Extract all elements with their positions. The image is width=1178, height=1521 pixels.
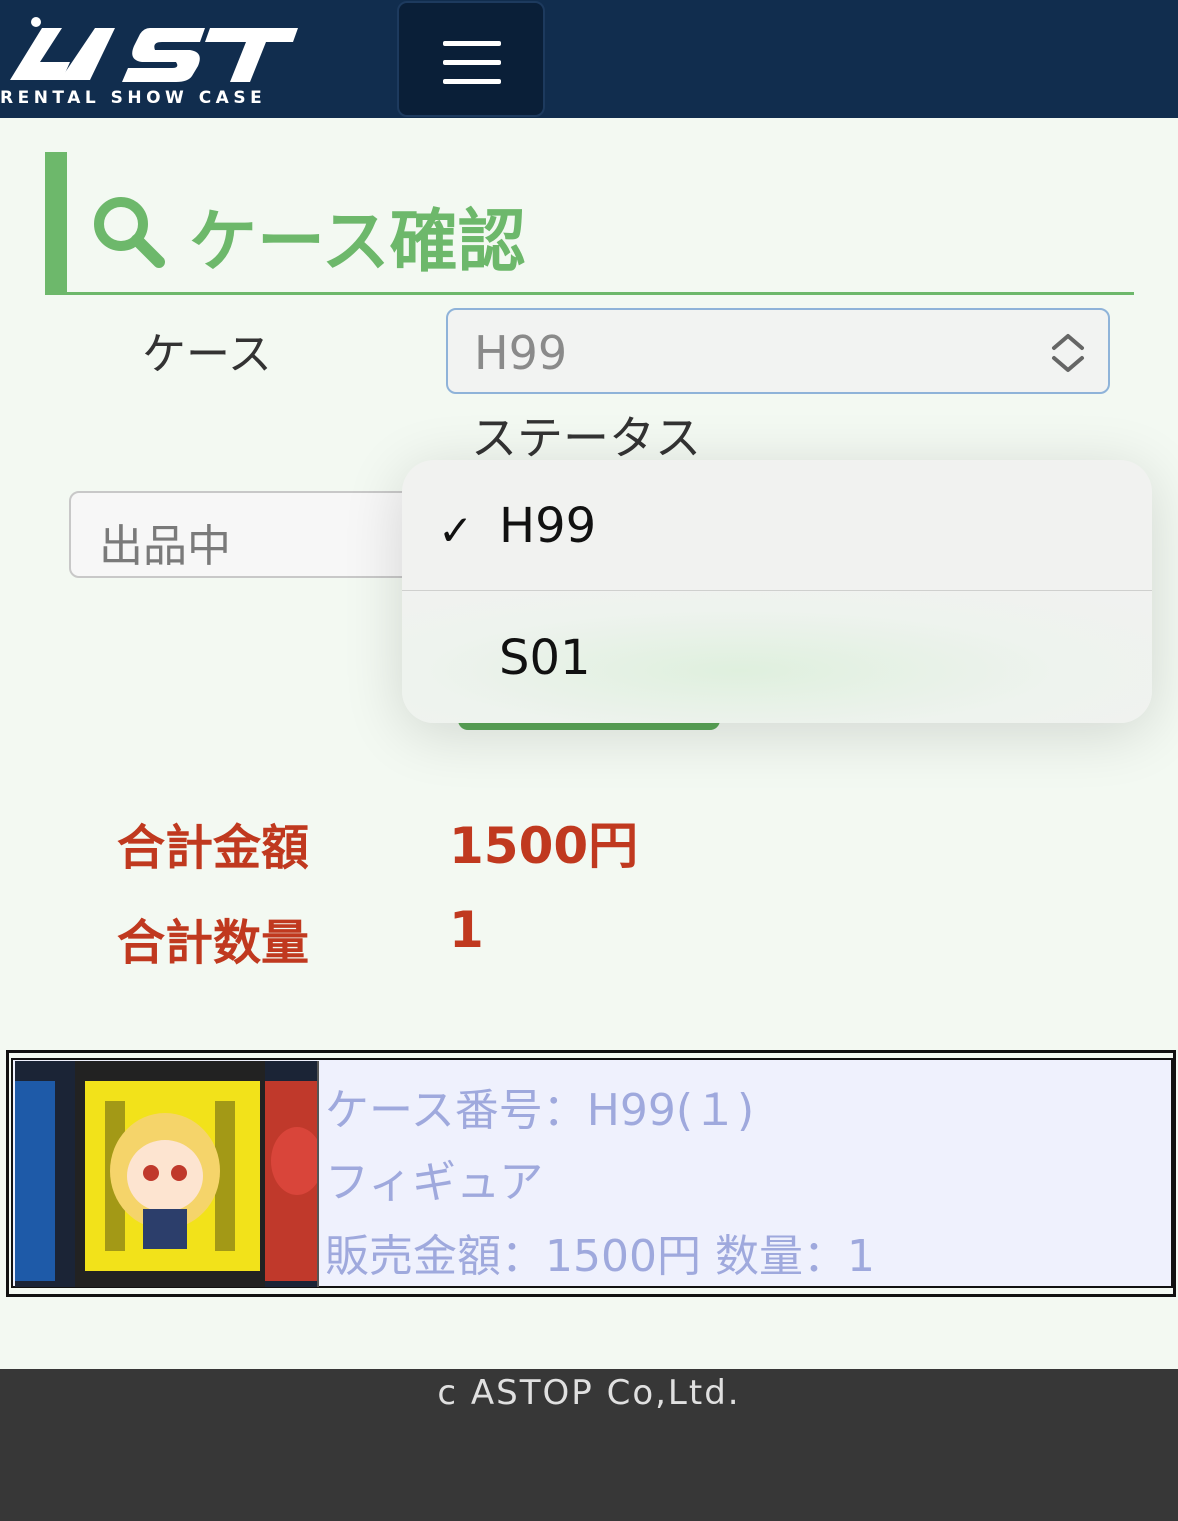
table-row[interactable]: ケース番号：H99(１) フィギュア 販売金額：1500円 数量：1 (11, 1058, 1173, 1288)
product-image (15, 1061, 317, 1287)
up-down-chevron-icon (1052, 334, 1084, 372)
status-label: ステータス (471, 411, 701, 465)
case-select-value: H99 (474, 326, 568, 380)
copyright-text: c ASTOP Co,Ltd. (437, 1373, 741, 1413)
case-label: ケース (142, 329, 272, 380)
case-dropdown-menu: ✓ H99 S01 (402, 460, 1152, 723)
total-quantity-value: 1 (449, 901, 484, 959)
dropdown-option-s01[interactable]: S01 (402, 592, 1152, 723)
status-select-value: 出品中 (99, 521, 231, 572)
logo-subtitle: RENTAL SHOW CASE (0, 88, 267, 108)
section-header: ケース確認 (45, 152, 1134, 295)
item-table: ケース番号：H99(１) フィギュア 販売金額：1500円 数量：1 (6, 1050, 1176, 1297)
item-category: フィギュア (325, 1157, 544, 1208)
hamburger-bar (443, 79, 501, 84)
item-price-quantity: 販売金額：1500円 数量：1 (325, 1231, 875, 1282)
hamburger-bar (443, 60, 501, 65)
top-header: RENTAL SHOW CASE (0, 0, 1178, 118)
menu-button[interactable] (397, 1, 545, 117)
total-amount-value: 1500円 (449, 817, 639, 875)
page-title: ケース確認 (189, 203, 526, 282)
page-footer: c ASTOP Co,Ltd. (0, 1369, 1178, 1521)
case-select[interactable]: H99 (446, 308, 1110, 394)
dropdown-option-label: H99 (499, 498, 597, 554)
dropdown-option-label: S01 (499, 630, 591, 686)
hamburger-menu-icon (443, 41, 501, 46)
item-case-number: ケース番号：H99(１) (325, 1085, 755, 1136)
checkmark-icon: ✓ (438, 506, 474, 555)
item-thumbnail[interactable] (15, 1061, 319, 1287)
total-amount-label: 合計金額 (117, 820, 310, 876)
search-icon (94, 197, 165, 268)
dropdown-option-h99[interactable]: ✓ H99 (402, 460, 1152, 591)
total-quantity-label: 合計数量 (117, 915, 310, 971)
